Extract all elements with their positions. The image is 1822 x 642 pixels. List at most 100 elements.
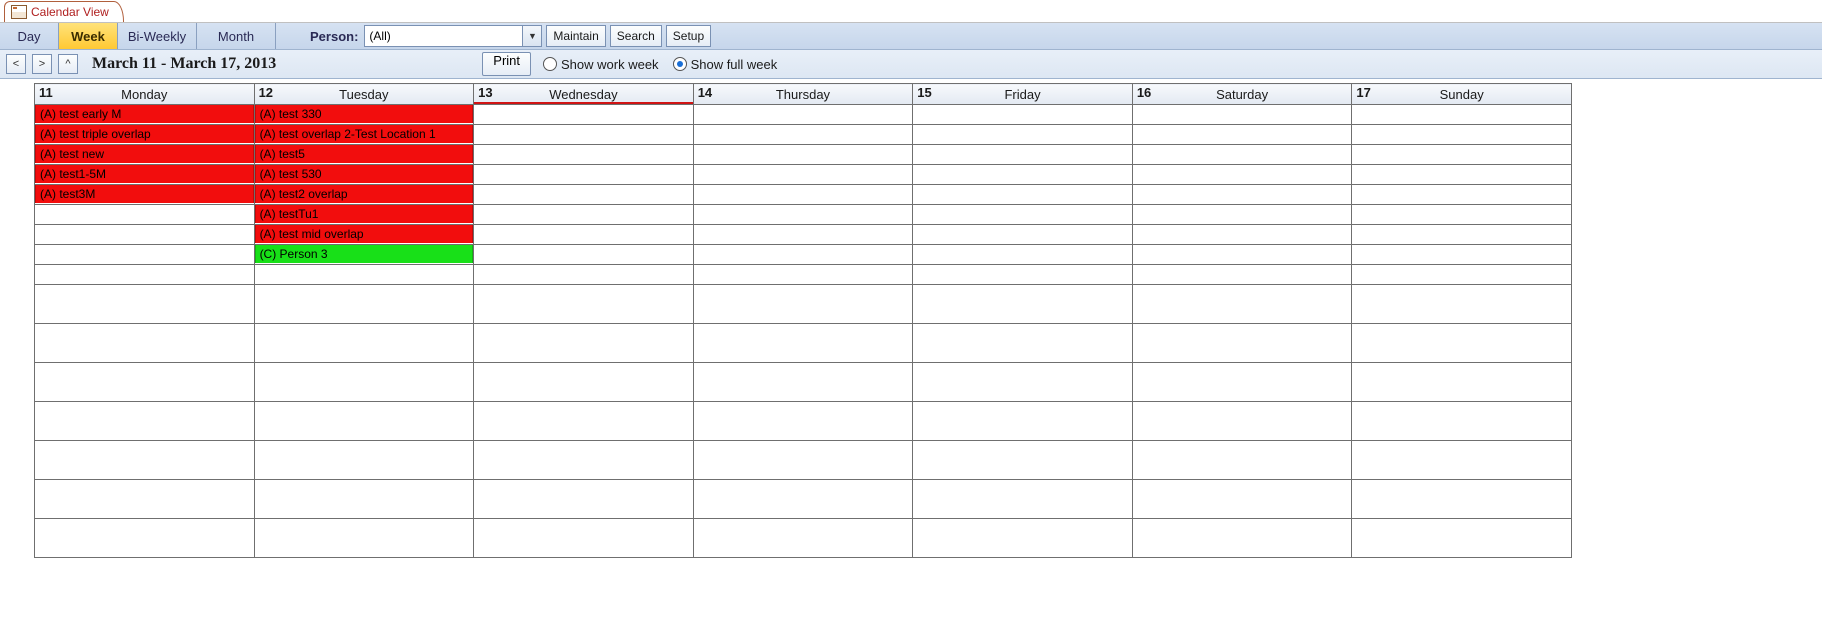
day-header-sat[interactable]: 16Saturday bbox=[1132, 84, 1352, 105]
calendar-cell[interactable] bbox=[35, 225, 255, 245]
calendar-cell[interactable] bbox=[693, 480, 913, 519]
calendar-cell[interactable] bbox=[1352, 125, 1572, 145]
calendar-cell[interactable] bbox=[1132, 145, 1352, 165]
calendar-cell[interactable] bbox=[693, 225, 913, 245]
calendar-cell[interactable] bbox=[35, 402, 255, 441]
calendar-cell[interactable] bbox=[1352, 105, 1572, 125]
calendar-cell[interactable] bbox=[693, 245, 913, 265]
radio-work-week[interactable]: Show work week bbox=[543, 57, 659, 72]
calendar-cell[interactable] bbox=[1352, 265, 1572, 285]
calendar-cell[interactable] bbox=[254, 519, 474, 558]
event-item[interactable]: (A) test3M bbox=[35, 185, 254, 203]
event-item[interactable]: (A) test triple overlap bbox=[35, 125, 254, 143]
calendar-cell[interactable]: (A) test1-5M bbox=[35, 165, 255, 185]
calendar-cell[interactable] bbox=[1132, 324, 1352, 363]
calendar-cell[interactable] bbox=[693, 185, 913, 205]
print-button[interactable]: Print bbox=[482, 52, 531, 76]
calendar-cell[interactable] bbox=[693, 519, 913, 558]
calendar-cell[interactable] bbox=[474, 125, 694, 145]
calendar-cell[interactable] bbox=[1132, 265, 1352, 285]
calendar-cell[interactable] bbox=[1352, 363, 1572, 402]
calendar-cell[interactable] bbox=[693, 165, 913, 185]
calendar-cell[interactable]: (A) test2 overlap bbox=[254, 185, 474, 205]
tab-calendar-view[interactable]: Calendar View bbox=[4, 1, 124, 22]
calendar-cell[interactable] bbox=[254, 285, 474, 324]
calendar-cell[interactable] bbox=[254, 441, 474, 480]
calendar-cell[interactable] bbox=[254, 402, 474, 441]
event-item[interactable]: (C) Person 3 bbox=[255, 245, 474, 263]
calendar-cell[interactable] bbox=[1132, 205, 1352, 225]
calendar-cell[interactable] bbox=[35, 205, 255, 225]
event-item[interactable]: (A) test2 overlap bbox=[255, 185, 474, 203]
calendar-cell[interactable] bbox=[1132, 363, 1352, 402]
calendar-cell[interactable] bbox=[693, 105, 913, 125]
view-tab-biweekly[interactable]: Bi-Weekly bbox=[118, 23, 197, 49]
calendar-cell[interactable] bbox=[1352, 402, 1572, 441]
calendar-cell[interactable] bbox=[474, 324, 694, 363]
calendar-cell[interactable] bbox=[913, 441, 1133, 480]
calendar-cell[interactable] bbox=[1132, 165, 1352, 185]
calendar-cell[interactable] bbox=[913, 105, 1133, 125]
calendar-cell[interactable] bbox=[35, 324, 255, 363]
calendar-cell[interactable] bbox=[1352, 185, 1572, 205]
up-button[interactable]: ^ bbox=[58, 54, 78, 74]
calendar-cell[interactable] bbox=[913, 185, 1133, 205]
calendar-cell[interactable] bbox=[1352, 145, 1572, 165]
calendar-cell[interactable] bbox=[693, 402, 913, 441]
calendar-cell[interactable] bbox=[913, 480, 1133, 519]
calendar-cell[interactable] bbox=[1352, 165, 1572, 185]
calendar-cell[interactable] bbox=[474, 480, 694, 519]
calendar-cell[interactable] bbox=[913, 145, 1133, 165]
calendar-cell[interactable] bbox=[254, 324, 474, 363]
calendar-cell[interactable] bbox=[1132, 125, 1352, 145]
calendar-cell[interactable] bbox=[474, 265, 694, 285]
next-button[interactable]: > bbox=[32, 54, 52, 74]
day-header-fri[interactable]: 15Friday bbox=[913, 84, 1133, 105]
event-item[interactable]: (A) test5 bbox=[255, 145, 474, 163]
calendar-cell[interactable] bbox=[474, 225, 694, 245]
calendar-cell[interactable] bbox=[1132, 185, 1352, 205]
person-select[interactable]: (All) ▼ bbox=[364, 25, 542, 47]
calendar-cell[interactable] bbox=[1132, 225, 1352, 245]
calendar-cell[interactable]: (A) test mid overlap bbox=[254, 225, 474, 245]
calendar-cell[interactable] bbox=[1352, 225, 1572, 245]
calendar-cell[interactable]: (A) test5 bbox=[254, 145, 474, 165]
calendar-cell[interactable]: (C) Person 3 bbox=[254, 245, 474, 265]
calendar-cell[interactable] bbox=[693, 265, 913, 285]
calendar-cell[interactable]: (A) test 530 bbox=[254, 165, 474, 185]
calendar-cell[interactable] bbox=[693, 205, 913, 225]
event-item[interactable]: (A) test early M bbox=[35, 105, 254, 123]
calendar-cell[interactable] bbox=[693, 285, 913, 324]
event-item[interactable]: (A) test 530 bbox=[255, 165, 474, 183]
view-tab-month[interactable]: Month bbox=[197, 23, 276, 49]
calendar-cell[interactable] bbox=[254, 363, 474, 402]
calendar-cell[interactable] bbox=[913, 225, 1133, 245]
view-tab-day[interactable]: Day bbox=[0, 23, 59, 49]
calendar-cell[interactable] bbox=[1132, 245, 1352, 265]
calendar-cell[interactable] bbox=[474, 205, 694, 225]
event-item[interactable]: (A) test1-5M bbox=[35, 165, 254, 183]
calendar-cell[interactable] bbox=[693, 441, 913, 480]
day-header-tue[interactable]: 12Tuesday bbox=[254, 84, 474, 105]
calendar-cell[interactable] bbox=[693, 324, 913, 363]
calendar-cell[interactable] bbox=[35, 245, 255, 265]
calendar-cell[interactable] bbox=[1132, 402, 1352, 441]
setup-button[interactable]: Setup bbox=[666, 25, 711, 47]
calendar-cell[interactable] bbox=[474, 105, 694, 125]
calendar-cell[interactable] bbox=[1132, 519, 1352, 558]
calendar-cell[interactable] bbox=[1352, 324, 1572, 363]
calendar-cell[interactable] bbox=[35, 265, 255, 285]
calendar-cell[interactable] bbox=[693, 125, 913, 145]
prev-button[interactable]: < bbox=[6, 54, 26, 74]
calendar-cell[interactable] bbox=[1132, 285, 1352, 324]
calendar-cell[interactable] bbox=[1352, 519, 1572, 558]
calendar-cell[interactable] bbox=[913, 519, 1133, 558]
calendar-cell[interactable] bbox=[474, 285, 694, 324]
event-item[interactable]: (A) test overlap 2-Test Location 1 bbox=[255, 125, 474, 143]
calendar-cell[interactable] bbox=[35, 480, 255, 519]
calendar-cell[interactable] bbox=[35, 363, 255, 402]
event-item[interactable]: (A) test 330 bbox=[255, 105, 474, 123]
radio-full-week[interactable]: Show full week bbox=[673, 57, 778, 72]
event-item[interactable]: (A) testTu1 bbox=[255, 205, 474, 223]
event-item[interactable]: (A) test mid overlap bbox=[255, 225, 474, 243]
